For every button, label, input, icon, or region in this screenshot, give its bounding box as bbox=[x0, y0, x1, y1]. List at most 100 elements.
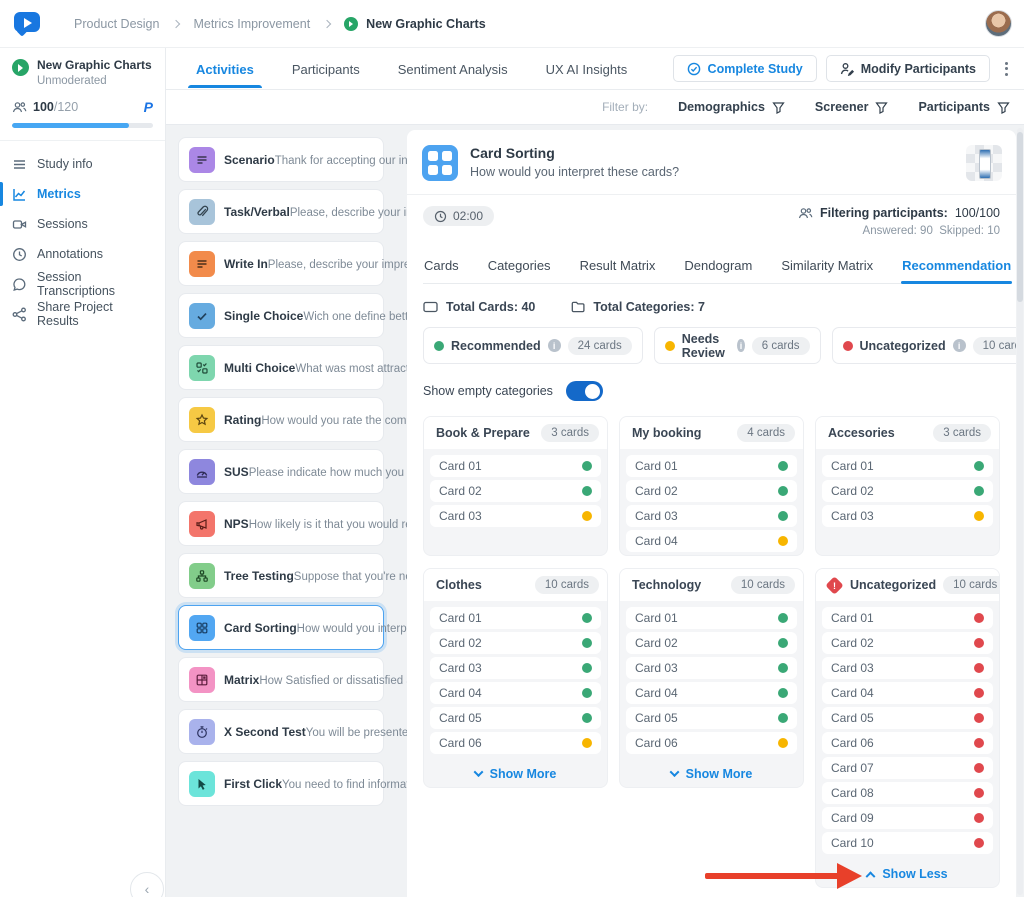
activity-rating[interactable]: RatingHow would you rate the company's..… bbox=[178, 397, 384, 442]
card-row: Card 04 bbox=[430, 682, 601, 704]
sidebar-item-annotations[interactable]: Annotations bbox=[0, 239, 165, 269]
tab-similarity-matrix[interactable]: Similarity Matrix bbox=[780, 249, 874, 283]
activity-single-choice[interactable]: Single ChoiceWich one define better your… bbox=[178, 293, 384, 338]
activity-sus[interactable]: SUSPlease indicate how much you agre... bbox=[178, 449, 384, 494]
main-header: Activities Participants Sentiment Analys… bbox=[166, 48, 1024, 90]
stopwatch-icon bbox=[189, 719, 215, 745]
tab-dendogram[interactable]: Dendogram bbox=[683, 249, 753, 283]
count-badge: 10 cards bbox=[943, 576, 1000, 594]
app-window: Product Design Metrics Improvement New G… bbox=[0, 0, 1024, 897]
card-row: Card 02 bbox=[822, 632, 993, 654]
status-dot bbox=[778, 536, 788, 546]
activity-write-in[interactable]: Write InPlease, describe your impression… bbox=[178, 241, 384, 286]
sidebar-item-share-project-results[interactable]: Share Project Results bbox=[0, 299, 165, 329]
status-dot bbox=[974, 738, 984, 748]
status-dot bbox=[974, 688, 984, 698]
show-more-button[interactable]: Show More bbox=[620, 760, 803, 787]
tab-result-matrix[interactable]: Result Matrix bbox=[579, 249, 657, 283]
activity-matrix[interactable]: MatrixHow Satisfied or dissatisfied are … bbox=[178, 657, 384, 702]
show-less-button[interactable]: Show Less bbox=[816, 860, 999, 887]
count-badge: 24 cards bbox=[568, 337, 632, 355]
matrix-icon bbox=[189, 667, 215, 693]
card-row: Card 04 bbox=[626, 682, 797, 704]
activity-card-sorting[interactable]: Card SortingHow would you interpret thes… bbox=[178, 605, 384, 650]
tab-ux-ai-insights[interactable]: UX AI Insights bbox=[544, 50, 630, 88]
status-dot bbox=[582, 713, 592, 723]
modify-participants-button[interactable]: Modify Participants bbox=[826, 55, 990, 82]
show-empty-categories-toggle[interactable] bbox=[566, 381, 603, 401]
tree-icon bbox=[189, 563, 215, 589]
status-dot bbox=[778, 688, 788, 698]
status-dot bbox=[974, 461, 984, 471]
tab-cards[interactable]: Cards bbox=[423, 249, 460, 283]
tab-activities[interactable]: Activities bbox=[194, 50, 256, 88]
card-row: Card 01 bbox=[626, 607, 797, 629]
filter-participants[interactable]: Participants bbox=[918, 100, 1010, 114]
clock-icon bbox=[12, 247, 27, 262]
card-row: Card 04 bbox=[822, 682, 993, 704]
info-icon[interactable] bbox=[737, 339, 745, 352]
count-badge: 3 cards bbox=[933, 424, 991, 442]
activity-scenario[interactable]: ScenarioThank for accepting our invitati… bbox=[178, 137, 384, 182]
status-dot bbox=[778, 713, 788, 723]
card-row: Card 05 bbox=[430, 707, 601, 729]
tab-categories[interactable]: Categories bbox=[487, 249, 552, 283]
avatar[interactable] bbox=[985, 10, 1012, 37]
paperclip-icon bbox=[189, 199, 215, 225]
sidebar-item-session-transcriptions[interactable]: Session Transcriptions bbox=[0, 269, 165, 299]
status-dot bbox=[582, 688, 592, 698]
activity-multi-choice[interactable]: Multi ChoiceWhat was most attractive to … bbox=[178, 345, 384, 390]
status-dot bbox=[974, 713, 984, 723]
sidebar-item-metrics[interactable]: Metrics bbox=[0, 179, 165, 209]
participants-progress-row: 100/120 P bbox=[0, 87, 165, 115]
card-row: Card 03 bbox=[822, 657, 993, 679]
card-row: Card 04 bbox=[626, 530, 797, 552]
answered-skipped: Answered: 90 Skipped: 10 bbox=[798, 225, 1000, 237]
card-row: Card 02 bbox=[430, 480, 601, 502]
tab-sentiment-analysis[interactable]: Sentiment Analysis bbox=[396, 50, 510, 88]
card-row: Card 02 bbox=[626, 632, 797, 654]
tab-recommendation[interactable]: Recommendation bbox=[901, 249, 1012, 283]
activity-tree-testing[interactable]: Tree TestingSuppose that you're not a Us… bbox=[178, 553, 384, 598]
card-icon bbox=[423, 301, 438, 313]
status-dot bbox=[974, 763, 984, 773]
app-logo-icon[interactable] bbox=[14, 12, 42, 36]
funnel-icon bbox=[875, 101, 888, 114]
megaphone-icon bbox=[189, 511, 215, 537]
info-icon[interactable] bbox=[548, 339, 561, 352]
complete-study-button[interactable]: Complete Study bbox=[673, 55, 817, 82]
multi-check-icon bbox=[189, 355, 215, 381]
clock-icon bbox=[434, 210, 447, 223]
activity-x-second-test[interactable]: X Second TestYou will be presented with … bbox=[178, 709, 384, 754]
status-dot bbox=[843, 341, 853, 351]
breadcrumb-study[interactable]: New Graphic Charts bbox=[344, 17, 485, 31]
sidebar-item-sessions[interactable]: Sessions bbox=[0, 209, 165, 239]
summary-row: Recommended 24 cards Needs Review 6 card… bbox=[407, 327, 1016, 364]
activity-nps[interactable]: NPSHow likely is it that you would reco.… bbox=[178, 501, 384, 546]
status-dot bbox=[974, 663, 984, 673]
status-dot bbox=[974, 613, 984, 623]
chevron-right-icon bbox=[323, 19, 331, 27]
sidebar-item-study-info[interactable]: Study info bbox=[0, 149, 165, 179]
participants-progress-bar bbox=[12, 123, 153, 128]
breadcrumb-project[interactable]: Product Design bbox=[74, 17, 159, 31]
check-icon bbox=[189, 303, 215, 329]
scrollbar[interactable] bbox=[1017, 128, 1023, 895]
card-row: Card 02 bbox=[626, 480, 797, 502]
status-dot bbox=[582, 486, 592, 496]
show-more-button[interactable]: Show More bbox=[424, 760, 607, 787]
status-dot bbox=[974, 486, 984, 496]
more-options-button[interactable] bbox=[999, 58, 1014, 80]
activity-thumbnail[interactable] bbox=[966, 145, 1002, 181]
filter-screener[interactable]: Screener bbox=[815, 100, 889, 114]
scrollbar-thumb[interactable] bbox=[1017, 132, 1023, 302]
activity-first-click[interactable]: First ClickYou need to find information … bbox=[178, 761, 384, 806]
info-icon[interactable] bbox=[953, 339, 966, 352]
tab-participants[interactable]: Participants bbox=[290, 50, 362, 88]
chat-bubble-icon bbox=[12, 277, 27, 292]
activity-task-verbal[interactable]: Task/VerbalPlease, describe your impress… bbox=[178, 189, 384, 234]
filter-demographics[interactable]: Demographics bbox=[678, 100, 785, 114]
filtering-participants: Filtering participants:100/100 bbox=[798, 206, 1000, 220]
count-badge: 10 cards bbox=[731, 576, 795, 594]
breadcrumb-folder[interactable]: Metrics Improvement bbox=[193, 17, 310, 31]
